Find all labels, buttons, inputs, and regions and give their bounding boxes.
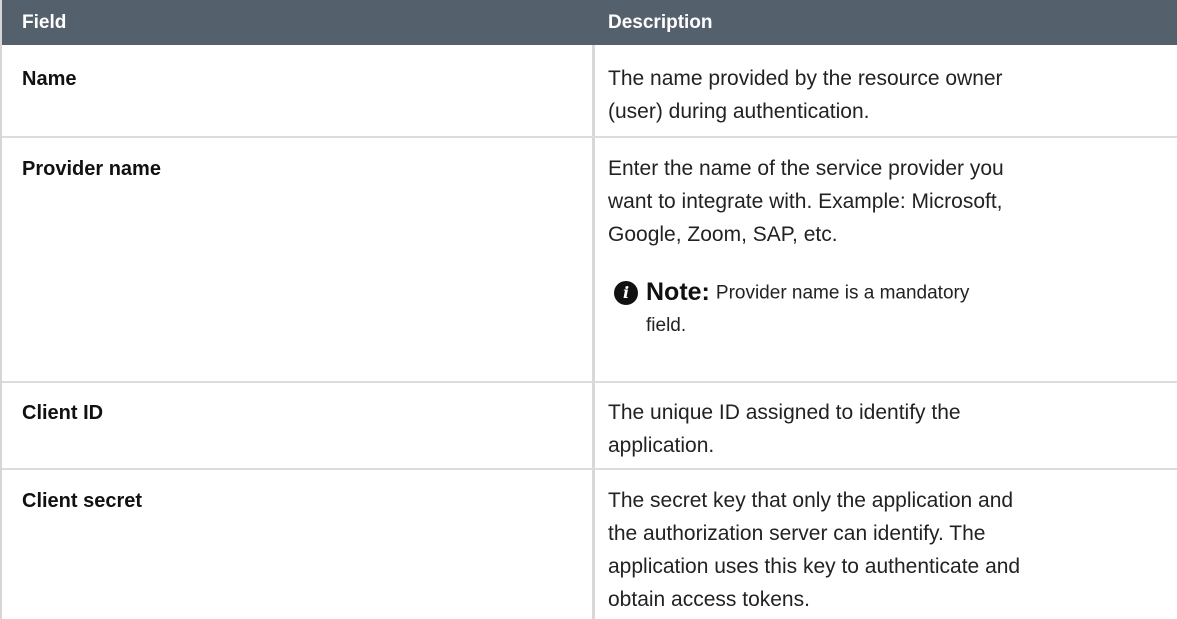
row-divider [2, 468, 1177, 470]
table-header: Field Description [2, 0, 1177, 45]
field-client-id: Client ID [22, 402, 104, 424]
note-label: Note: [646, 278, 710, 307]
field-provider-name: Provider name [22, 158, 161, 180]
description-line: The unique ID assigned to identify the [608, 401, 961, 424]
description-line: The secret key that only the application… [608, 489, 1014, 512]
field-client-secret: Client secret [22, 490, 143, 512]
description-line: application uses this key to authenticat… [608, 555, 1021, 578]
description-line: (user) during authentication. [608, 100, 870, 123]
description-client-secret: The secret key that only the application… [608, 484, 1168, 616]
header-description: Description [608, 12, 713, 33]
field-name: Name [22, 68, 77, 90]
description-name: The name provided by the resource owner … [608, 62, 1168, 128]
description-client-id: The unique ID assigned to identify the a… [608, 396, 1168, 462]
description-line: Google, Zoom, SAP, etc. [608, 223, 838, 246]
fields-table: Field Description Name The name provided… [0, 0, 1177, 619]
column-divider [592, 45, 595, 619]
description-line: Enter the name of the service provider y… [608, 157, 1004, 180]
description-line: the authorization server can identify. T… [608, 522, 986, 545]
note-text-continued: field. [646, 315, 687, 337]
description-line: obtain access tokens. [608, 588, 810, 611]
header-field: Field [22, 12, 67, 33]
description-provider-name: Enter the name of the service provider y… [608, 152, 1168, 251]
note-block: i Note: Provider name is a mandatory field… [614, 276, 1154, 342]
row-divider [2, 136, 1177, 138]
note-text: Provider name is a mandatory [715, 282, 970, 304]
info-icon: i [614, 280, 638, 305]
description-line: The name provided by the resource owner [608, 67, 1003, 90]
row-divider [2, 381, 1177, 383]
description-line: want to integrate with. Example: Microso… [608, 190, 1003, 213]
description-line: application. [608, 434, 715, 457]
